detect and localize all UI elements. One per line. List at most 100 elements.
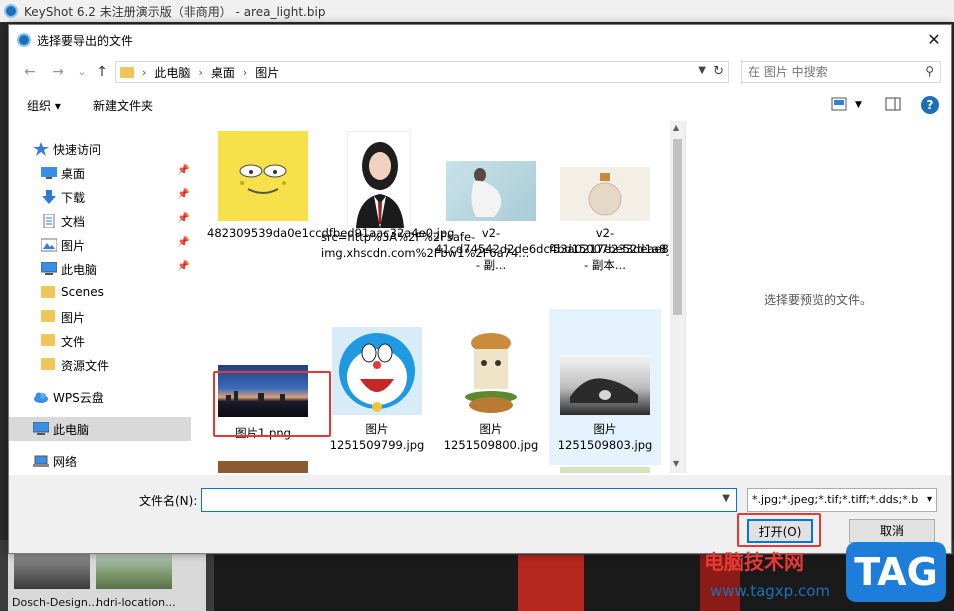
sidebar-item-label: 资源文件 — [61, 359, 110, 373]
watermark: 电脑技术网 www.tagxp.com TAG — [700, 542, 954, 611]
breadcrumb-this-pc[interactable]: 此电脑 — [154, 64, 190, 81]
sidebar-item-files-folder[interactable]: 文件 — [9, 329, 191, 353]
open-file-dialog: 选择要导出的文件 ✕ ← → ⌄ ↑ › 此电脑 › 桌面 › 图片 ▼ ↻ ⚲… — [8, 24, 952, 554]
sidebar-item-label: 此电脑 — [61, 263, 98, 277]
folder-icon — [41, 310, 55, 322]
file-name: 482309539da0e1ccdfbed91aac32a4e0.jpg — [207, 226, 455, 240]
file-name: 图片 1251509800.jpg — [443, 422, 539, 452]
file-item[interactable]: 482309539da0e1ccdfbed91aac32a4e0.jpg — [207, 125, 455, 281]
sidebar-item-label: WPS云盘 — [53, 391, 104, 405]
view-options-chevron-icon[interactable]: ▼ — [855, 100, 862, 110]
close-icon[interactable]: ✕ — [923, 29, 945, 51]
file-thumbnail — [560, 167, 650, 221]
folder-icon — [120, 66, 134, 78]
file-item[interactable]: v2-f53a0217e233deae899d80b9416a91ad_720w… — [549, 125, 669, 281]
file-item[interactable]: 图片 1251509799.jpg — [321, 309, 433, 465]
recent-locations-icon[interactable]: ⌄ — [73, 62, 91, 82]
breadcrumb-desktop[interactable]: 桌面 — [211, 64, 235, 81]
app-title: KeyShot 6.2 未注册演示版（非商用） - area_light.bip — [24, 4, 326, 19]
watermark-title: 电脑技术网 — [704, 550, 804, 574]
help-icon[interactable]: ? — [921, 96, 939, 114]
file-thumbnail — [560, 467, 650, 473]
chevron-right-icon: › — [198, 65, 203, 79]
cat-burger-icon — [465, 333, 517, 413]
sidebar-item-this-pc[interactable]: 此电脑 — [9, 417, 191, 441]
file-thumbnail — [446, 161, 536, 221]
scroll-down-icon[interactable]: ▼ — [673, 459, 679, 468]
sidebar-item-network[interactable]: 网络 — [9, 449, 191, 473]
organize-button[interactable]: 组织 ▾ — [27, 97, 61, 114]
sidebar-item-documents[interactable]: 文档 📌 — [9, 209, 191, 233]
sidebar-item-desktop[interactable]: 桌面 📌 — [9, 161, 191, 185]
back-arrow-icon[interactable]: ← — [21, 62, 39, 82]
file-thumbnail — [218, 131, 308, 221]
file-thumbnail — [332, 327, 422, 415]
dialog-title: 选择要导出的文件 — [37, 33, 134, 48]
address-bar[interactable]: › 此电脑 › 桌面 › 图片 ▼ ↻ — [115, 61, 729, 83]
file-list-scrollbar[interactable]: ▲ ▼ — [670, 121, 685, 473]
preview-pane-icon[interactable] — [885, 97, 901, 111]
pin-icon: 📌 — [177, 189, 190, 200]
library-thumb-2[interactable] — [96, 553, 172, 589]
filename-label: 文件名(N): — [139, 494, 198, 508]
folder-icon — [41, 334, 55, 346]
file-item[interactable]: 图片 1251509800.jpg — [435, 309, 547, 465]
watermark-tag-logo: TAG — [846, 542, 946, 602]
file-item[interactable]: v2-41cd74542d2de6dc4bd15007be52d1a8_720w… — [435, 125, 669, 281]
breadcrumb-pictures[interactable]: 图片 — [255, 64, 279, 81]
network-icon — [33, 455, 49, 467]
file-type-select[interactable]: *.jpg;*.jpeg;*.tif;*.tiff;*.dds;*.b ▾ — [747, 488, 937, 512]
filename-input[interactable] — [206, 490, 706, 510]
viewport-object — [518, 555, 584, 611]
file-item[interactable] — [207, 461, 319, 473]
chevron-right-icon: › — [242, 65, 248, 79]
download-icon — [42, 190, 56, 204]
desktop-icon — [41, 167, 57, 179]
file-item-selected[interactable]: 图片 1251509803.jpg — [549, 309, 661, 465]
dialog-logo-icon — [17, 33, 31, 47]
sidebar-item-quick-access[interactable]: 快速访问 — [9, 137, 191, 161]
doraemon-icon — [339, 333, 415, 412]
sidebar-item-label: 文件 — [61, 335, 86, 349]
pin-icon: 📌 — [177, 237, 190, 248]
forward-arrow-icon[interactable]: → — [49, 62, 67, 82]
file-item[interactable] — [321, 461, 433, 473]
refresh-icon[interactable]: ↻ — [713, 64, 724, 79]
up-arrow-icon[interactable]: ↑ — [93, 62, 111, 82]
sidebar-item-downloads[interactable]: 下载 📌 — [9, 185, 191, 209]
woman-photo-icon — [471, 168, 502, 217]
sidebar-item-wps-cloud[interactable]: WPS云盘 — [9, 385, 191, 409]
file-name: 图片 1251509803.jpg — [557, 422, 653, 452]
scrollbar-thumb[interactable] — [673, 139, 682, 315]
pin-icon: 📌 — [177, 213, 190, 224]
new-folder-button[interactable]: 新建文件夹 — [93, 97, 153, 114]
sidebar-item-scenes[interactable]: Scenes — [9, 281, 191, 305]
scroll-up-icon[interactable]: ▲ — [673, 123, 679, 132]
cancel-button[interactable]: 取消 — [849, 519, 935, 543]
chevron-down-icon[interactable]: ▼ — [698, 65, 706, 76]
preview-pane: 选择要预览的文件。 — [685, 121, 951, 473]
perfume-bottle-icon — [588, 173, 622, 216]
file-item[interactable] — [549, 461, 661, 473]
library-thumb-label-1: Dosch-Design... — [12, 596, 99, 609]
sidebar-item-resources-folder[interactable]: 资源文件 — [9, 353, 191, 377]
pin-icon: 📌 — [177, 165, 190, 176]
file-item[interactable]: src=http%3A%2F%2Fsafe-img.xhscdn.com%2Fb… — [321, 125, 529, 281]
filename-field[interactable]: ▼ — [201, 488, 737, 512]
sidebar-item-pictures-folder[interactable]: 图片 — [9, 305, 191, 329]
chevron-down-icon[interactable]: ▼ — [722, 493, 730, 504]
computer-icon — [41, 262, 57, 275]
file-thumbnail — [446, 327, 536, 417]
library-thumb-1[interactable] — [14, 553, 90, 589]
sidebar-item-this-pc-pinned[interactable]: 此电脑 📌 — [9, 257, 191, 281]
sidebar-item-pictures[interactable]: 图片 📌 — [9, 233, 191, 257]
search-icon[interactable]: ⚲ — [925, 64, 934, 78]
search-box[interactable]: ⚲ — [741, 61, 941, 83]
file-thumbnail — [560, 355, 650, 415]
sidebar-item-label: 此电脑 — [53, 423, 90, 437]
search-input[interactable] — [748, 65, 918, 79]
navigation-bar: ← → ⌄ ↑ › 此电脑 › 桌面 › 图片 ▼ ↻ ⚲ — [9, 57, 951, 87]
sidebar-item-label: 图片 — [61, 311, 86, 325]
computer-icon — [33, 422, 49, 435]
change-view-icon[interactable] — [831, 97, 847, 111]
